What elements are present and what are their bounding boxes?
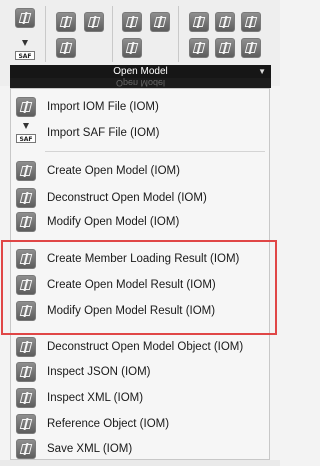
iom-icon[interactable] (241, 12, 261, 32)
menu-item-create-open-model[interactable]: Create Open Model (IOM) (11, 158, 269, 184)
iom-icon[interactable] (150, 12, 170, 32)
iom-icon (16, 161, 36, 181)
menu-item-label: Import IOM File (IOM) (47, 101, 159, 113)
iom-icon (16, 439, 36, 459)
iom-icon[interactable] (122, 38, 142, 58)
menu-item-label: Import SAF File (IOM) (47, 127, 160, 139)
menu-item-deconstruct-open-model-object[interactable]: Deconstruct Open Model Object (IOM) (11, 334, 269, 360)
menu-item-modify-open-model[interactable]: Modify Open Model (IOM) (11, 209, 269, 235)
iom-icon (16, 337, 36, 357)
panel-title-reflection: Open Model (10, 78, 271, 88)
menu-item-label: Deconstruct Open Model Object (IOM) (47, 341, 244, 353)
iom-icon[interactable] (84, 12, 104, 32)
arrow-down-icon[interactable]: ▼ (258, 65, 266, 78)
menu-item-label: Reference Object (IOM) (47, 418, 170, 430)
saf-icon[interactable]: SAF (15, 40, 35, 60)
menu-item-label: Inspect JSON (IOM) (47, 366, 151, 378)
iom-icon[interactable] (215, 38, 235, 58)
menu-item-label: Inspect XML (IOM) (47, 392, 144, 404)
highlight-box (1, 240, 277, 335)
menu-item-label: Deconstruct Open Model (IOM) (47, 192, 207, 204)
saf-icon-label: SAF (15, 51, 35, 60)
iom-icon[interactable] (15, 8, 35, 28)
iom-icon (16, 362, 36, 382)
iom-icon[interactable] (56, 12, 76, 32)
menu-separator (45, 151, 265, 152)
panel-title: Open Model (113, 66, 168, 77)
menu-item-inspect-json[interactable]: Inspect JSON (IOM) (11, 359, 269, 385)
menu-item-save-xml[interactable]: Save XML (IOM) (11, 436, 269, 462)
iom-icon[interactable] (215, 12, 235, 32)
panel-title-bar[interactable]: Open Model ▼ (10, 65, 271, 78)
iom-icon (16, 388, 36, 408)
iom-icon (16, 188, 36, 208)
iom-icon (16, 212, 36, 232)
iom-icon[interactable] (122, 12, 142, 32)
iom-icon[interactable] (189, 12, 209, 32)
saf-icon: SAF (16, 123, 36, 143)
menu-item-label: Create Open Model (IOM) (47, 165, 180, 177)
iom-icon[interactable] (189, 38, 209, 58)
ribbon-separator (112, 6, 113, 62)
menu-item-label: Modify Open Model (IOM) (47, 216, 180, 228)
iom-icon (16, 414, 36, 434)
menu-item-deconstruct-open-model[interactable]: Deconstruct Open Model (IOM) (11, 185, 269, 211)
canvas-edge (0, 460, 280, 466)
menu-item-label: Save XML (IOM) (47, 443, 133, 455)
iom-icon (16, 97, 36, 117)
iom-icon[interactable] (241, 38, 261, 58)
menu-item-inspect-xml[interactable]: Inspect XML (IOM) (11, 385, 269, 411)
saf-icon-label: SAF (16, 134, 36, 143)
menu-item-reference-object[interactable]: Reference Object (IOM) (11, 411, 269, 437)
ribbon-panel: SAF Open Model ▼ Open Model (0, 0, 280, 88)
menu-item-import-iom-file[interactable]: Import IOM File (IOM) (11, 94, 269, 120)
ribbon-separator (45, 6, 46, 62)
iom-icon[interactable] (56, 38, 76, 58)
ribbon-separator (178, 6, 179, 62)
menu-item-import-saf-file[interactable]: SAF Import SAF File (IOM) (11, 120, 269, 146)
